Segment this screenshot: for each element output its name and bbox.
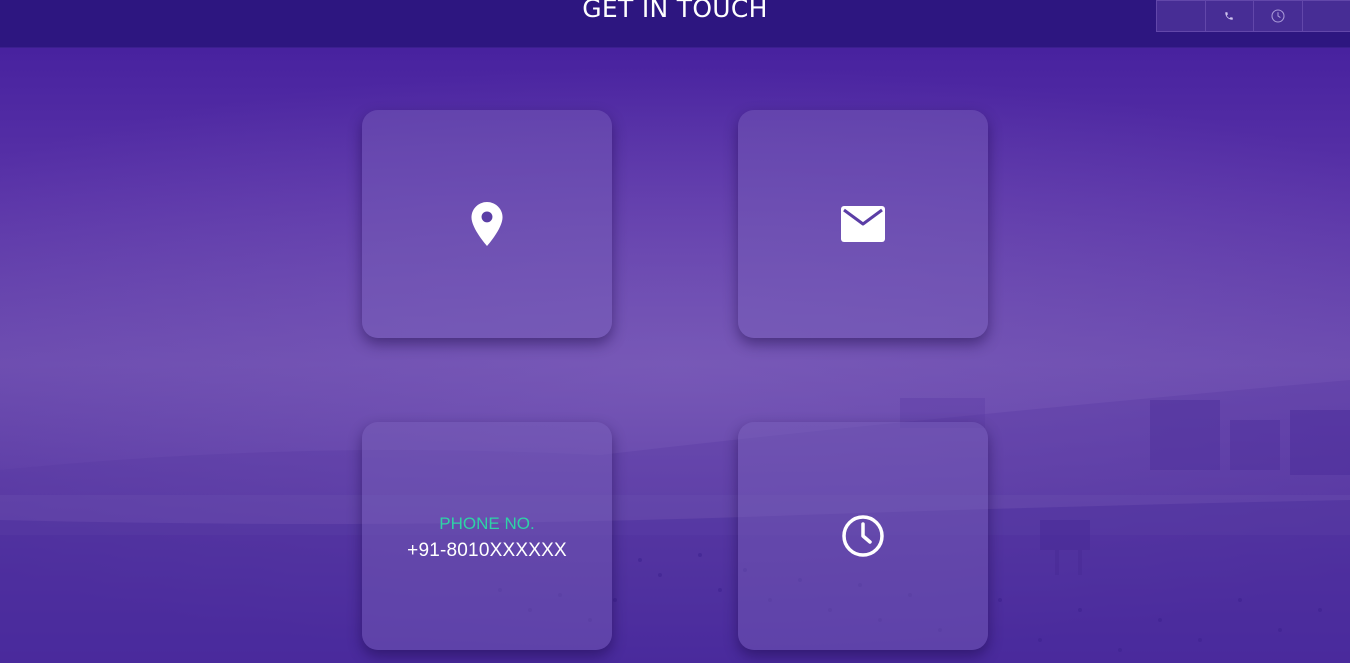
envelope-icon <box>841 206 885 242</box>
hours-card[interactable] <box>738 422 988 650</box>
phone-card[interactable]: PHONE NO. +91-8010XXXXXX <box>362 422 612 650</box>
clock-icon <box>842 515 884 557</box>
phone-label: PHONE NO. <box>439 514 535 533</box>
phone-number[interactable]: +91-8010XXXXXX <box>407 540 567 562</box>
map-pin-icon <box>471 202 503 246</box>
location-card[interactable] <box>362 110 612 338</box>
mini-cell <box>1157 1 1206 31</box>
mini-cell <box>1303 1 1350 31</box>
beach-background-image <box>0 380 1350 663</box>
header-bar: GET IN TOUCH <box>0 0 1350 48</box>
contact-page: GET IN TOUCH PHONE NO. +91-8010XXXXXX <box>0 0 1350 663</box>
page-title: GET IN TOUCH <box>582 0 768 23</box>
email-card[interactable] <box>738 110 988 338</box>
mini-phone-icon <box>1206 1 1254 31</box>
mini-clock-icon <box>1254 1 1303 31</box>
header-mini-strip <box>1156 0 1350 32</box>
